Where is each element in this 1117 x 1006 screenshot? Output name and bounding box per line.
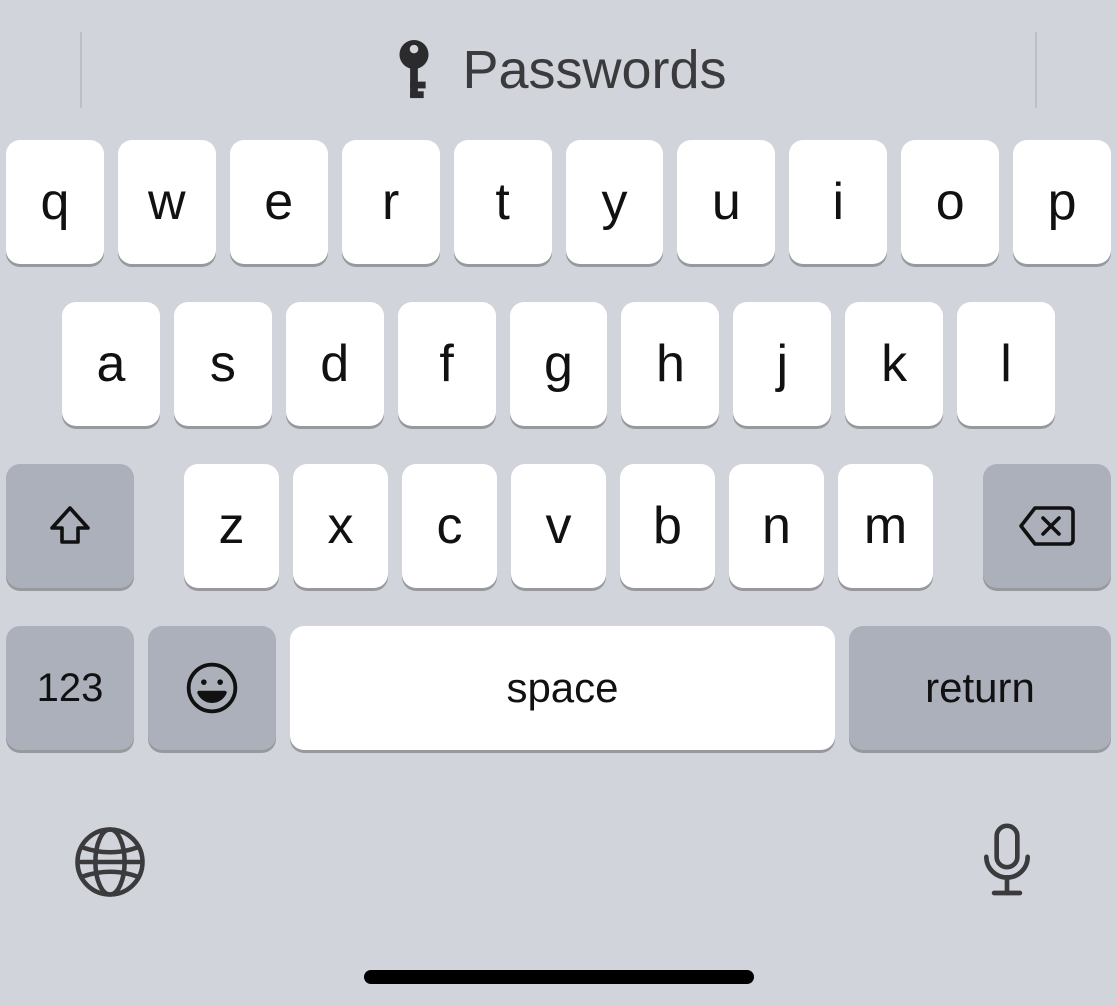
key-row-1: q w e r t y u i o p	[6, 140, 1111, 264]
key-w[interactable]: w	[118, 140, 216, 264]
key-c[interactable]: c	[402, 464, 497, 588]
key-a[interactable]: a	[62, 302, 160, 426]
space-key[interactable]: space	[290, 626, 835, 750]
key-row-4: 123 space return	[6, 626, 1111, 750]
key-t[interactable]: t	[454, 140, 552, 264]
keyboard: q w e r t y u i o p a s d f g h j k l z …	[0, 140, 1117, 750]
key-g[interactable]: g	[510, 302, 608, 426]
bottom-bar	[0, 750, 1117, 930]
key-v[interactable]: v	[511, 464, 606, 588]
shift-key[interactable]	[6, 464, 134, 588]
key-d[interactable]: d	[286, 302, 384, 426]
key-row-3: z x c v b n m	[6, 464, 1111, 588]
key-h[interactable]: h	[621, 302, 719, 426]
divider	[80, 32, 82, 108]
emoji-key[interactable]	[148, 626, 276, 750]
key-k[interactable]: k	[845, 302, 943, 426]
key-n[interactable]: n	[729, 464, 824, 588]
key-m[interactable]: m	[838, 464, 933, 588]
key-z[interactable]: z	[184, 464, 279, 588]
backspace-key[interactable]	[983, 464, 1111, 588]
key-x[interactable]: x	[293, 464, 388, 588]
key-p[interactable]: p	[1013, 140, 1111, 264]
numbers-key[interactable]: 123	[6, 626, 134, 750]
divider	[1035, 32, 1037, 108]
key-e[interactable]: e	[230, 140, 328, 264]
microphone-icon[interactable]	[967, 822, 1047, 902]
key-r[interactable]: r	[342, 140, 440, 264]
key-s[interactable]: s	[174, 302, 272, 426]
return-key[interactable]: return	[849, 626, 1111, 750]
key-o[interactable]: o	[901, 140, 999, 264]
autofill-suggestion-bar: Passwords	[0, 0, 1117, 140]
passwords-label: Passwords	[462, 39, 726, 101]
key-i[interactable]: i	[789, 140, 887, 264]
key-icon	[390, 39, 438, 101]
key-row-2: a s d f g h j k l	[6, 302, 1111, 426]
key-y[interactable]: y	[566, 140, 664, 264]
row3-letters: z x c v b n m	[184, 464, 933, 588]
key-j[interactable]: j	[733, 302, 831, 426]
globe-icon[interactable]	[70, 822, 150, 902]
key-l[interactable]: l	[957, 302, 1055, 426]
key-q[interactable]: q	[6, 140, 104, 264]
key-f[interactable]: f	[398, 302, 496, 426]
home-indicator[interactable]	[364, 970, 754, 984]
key-b[interactable]: b	[620, 464, 715, 588]
key-u[interactable]: u	[677, 140, 775, 264]
passwords-autofill-button[interactable]: Passwords	[390, 39, 726, 101]
